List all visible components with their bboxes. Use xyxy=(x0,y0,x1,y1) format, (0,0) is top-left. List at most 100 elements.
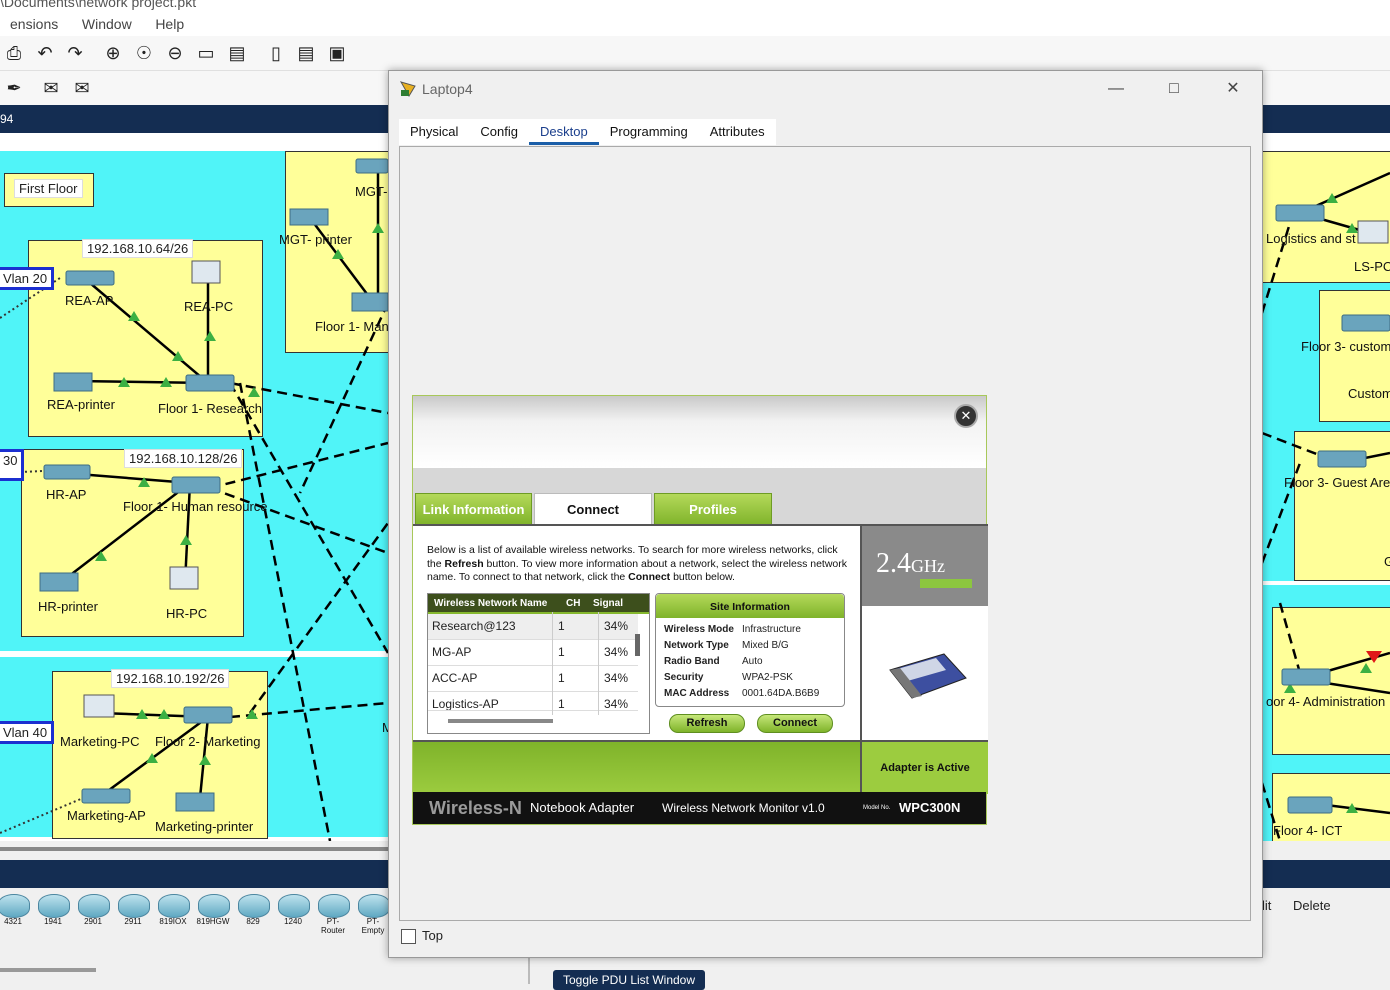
tab-physical[interactable]: Physical xyxy=(399,119,469,145)
rea-printer-label: REA-printer xyxy=(47,397,115,412)
connect-description: Below is a list of available wireless ne… xyxy=(427,544,848,583)
list-icon[interactable]: ▤ xyxy=(227,43,247,63)
device-pt-router[interactable]: PT-Router xyxy=(316,894,350,935)
zoom-in-icon[interactable]: ⊕ xyxy=(103,43,123,63)
pencil-icon[interactable]: ✒ xyxy=(4,78,24,98)
zoom-out-icon[interactable]: ⊖ xyxy=(165,43,185,63)
device-pt-empty[interactable]: PT-Empty xyxy=(356,894,390,935)
device-type-bar: 4321 1941 2901 2911 819IOX 819HGW 829 12… xyxy=(0,888,390,935)
edit-label[interactable]: lit xyxy=(1262,898,1271,913)
band-badge: 2.4GHz xyxy=(862,526,988,606)
monitor-close-icon[interactable]: ✕ xyxy=(954,404,978,428)
site-row-network-type: Network Type Mixed B/G xyxy=(664,640,789,651)
network-row[interactable]: Research@123 1 34% xyxy=(428,614,638,640)
network-row[interactable]: MG-AP 1 34% xyxy=(428,640,638,666)
hr-ap-label: HR-AP xyxy=(46,487,87,502)
image-icon[interactable]: ▣ xyxy=(327,43,347,63)
top-checkbox-box[interactable] xyxy=(401,929,416,945)
top-checkbox[interactable]: Top xyxy=(401,928,443,945)
network-list: Wireless Network Name CH Signal Research… xyxy=(427,593,650,734)
device-icon[interactable]: ▤ xyxy=(296,43,316,63)
main-toolbar: ⎙ ↶ ↷ ⊕ ☉ ⊖ ▭ ▤ ▯ ▤ ▣ xyxy=(0,36,1390,71)
device-2901[interactable]: 2901 xyxy=(76,894,110,928)
window-title: Laptop4 xyxy=(422,81,473,97)
network-row[interactable]: ACC-AP 1 34% xyxy=(428,666,638,692)
device-819hgw[interactable]: 819HGW xyxy=(196,894,230,928)
menu-bar: ensions Window Help xyxy=(0,12,1390,36)
network-list-vscroll[interactable] xyxy=(635,634,640,656)
ls-pc-label: LS-PC xyxy=(1354,259,1390,274)
device-1240[interactable]: 1240 xyxy=(276,894,310,928)
divider xyxy=(528,956,530,984)
connect-button[interactable]: Connect xyxy=(757,714,833,733)
network-list-hscroll[interactable] xyxy=(448,719,553,723)
zoom-reset-icon[interactable]: ☉ xyxy=(134,43,154,63)
tab-programming[interactable]: Programming xyxy=(599,119,699,145)
clipboard-icon[interactable]: ⎙ xyxy=(4,43,24,63)
tab-desktop[interactable]: Desktop xyxy=(529,119,599,145)
tab-attributes[interactable]: Attributes xyxy=(699,119,776,145)
footer-model-prefix: Model No. xyxy=(863,805,891,811)
close-icon[interactable]: ✕ xyxy=(1213,77,1253,101)
minimize-icon[interactable]: — xyxy=(1096,77,1136,101)
device-4321[interactable]: 4321 xyxy=(0,894,30,928)
connect-panel: Below is a list of available wireless ne… xyxy=(413,524,860,742)
g-label: G xyxy=(1384,554,1390,569)
site-row-security: Security WPA2-PSK xyxy=(664,672,793,683)
rea-pc-label: REA-PC xyxy=(184,299,234,314)
band-number: 2.4 xyxy=(876,548,911,579)
tab-profiles[interactable]: Profiles xyxy=(654,493,772,526)
device-1941[interactable]: 1941 xyxy=(36,894,70,928)
logistics-label: Logistics and st xyxy=(1266,231,1356,246)
tab-config[interactable]: Config xyxy=(469,119,529,145)
mgt-ap-label: MGT- xyxy=(355,184,388,199)
floor1-hr-label: Floor 1- Human resource xyxy=(123,499,268,514)
footer-monitor-version: Wireless Network Monitor v1.0 xyxy=(662,801,825,815)
menu-help[interactable]: Help xyxy=(145,12,194,36)
hr-pc-label: HR-PC xyxy=(166,606,208,621)
device-829[interactable]: 829 xyxy=(236,894,270,928)
custom-label: Custom xyxy=(1348,386,1390,401)
undo-icon[interactable]: ↶ xyxy=(35,43,55,63)
floor1-man-label: Floor 1- Man xyxy=(315,319,389,334)
open-envelope-icon[interactable]: ✉ xyxy=(72,78,92,98)
monitor-footer: Wireless-N Notebook Adapter Wireless Net… xyxy=(413,792,986,824)
laptop-app-icon xyxy=(399,81,416,97)
window-title-bar[interactable]: Laptop4 — □ ✕ xyxy=(389,71,1262,107)
header-signal: Signal xyxy=(593,598,624,609)
app-title: \Documents\network project.pkt xyxy=(0,0,197,10)
toggle-pdu-list-button[interactable]: Toggle PDU List Window xyxy=(553,970,705,990)
network-list-header: Wireless Network Name CH Signal xyxy=(428,594,649,614)
header-network-name: Wireless Network Name xyxy=(434,598,548,609)
device-bar-scrollbar[interactable] xyxy=(0,968,96,972)
device-819iox[interactable]: 819IOX xyxy=(156,894,190,928)
monitor-status-bar xyxy=(413,740,860,794)
device-2911[interactable]: 2911 xyxy=(116,894,150,928)
top-checkbox-label: Top xyxy=(422,928,443,943)
footer-brand: Wireless-N xyxy=(429,798,522,818)
tab-connect[interactable]: Connect xyxy=(534,493,652,526)
nav-fragment: 94 xyxy=(0,112,14,126)
envelope-icon[interactable]: ✉ xyxy=(41,78,61,98)
marketing-printer-label: Marketing-printer xyxy=(155,819,254,834)
floor4-ict-label: Floor 4- ICT xyxy=(1273,823,1343,838)
redo-icon[interactable]: ↷ xyxy=(65,43,85,63)
refresh-button[interactable]: Refresh xyxy=(669,714,745,733)
rea-ap-label: REA-AP xyxy=(65,293,114,308)
window-tabs: Physical Config Desktop Programming Attribut… xyxy=(399,119,776,145)
footer-product: Notebook Adapter xyxy=(530,800,635,815)
maximize-icon[interactable]: □ xyxy=(1154,77,1194,101)
menu-window[interactable]: Window xyxy=(72,12,142,36)
hr-printer-label: HR-printer xyxy=(38,599,98,614)
window-icon[interactable]: ▭ xyxy=(196,43,216,63)
site-row-wireless-mode: Wireless Mode Infrastructure xyxy=(664,624,801,635)
canvas-scrollbar[interactable] xyxy=(0,841,390,857)
network-row[interactable]: Logistics-AP 1 34% xyxy=(428,692,638,711)
notes-icon[interactable]: ▯ xyxy=(266,43,286,63)
tab-link-information[interactable]: Link Information xyxy=(415,493,532,526)
adapter-panel: 2.4GHz xyxy=(860,524,988,742)
delete-label[interactable]: Delete xyxy=(1293,898,1331,913)
menu-extensions[interactable]: ensions xyxy=(0,12,68,36)
marketing-ap-label: Marketing-AP xyxy=(67,808,146,823)
monitor-header xyxy=(413,396,986,468)
